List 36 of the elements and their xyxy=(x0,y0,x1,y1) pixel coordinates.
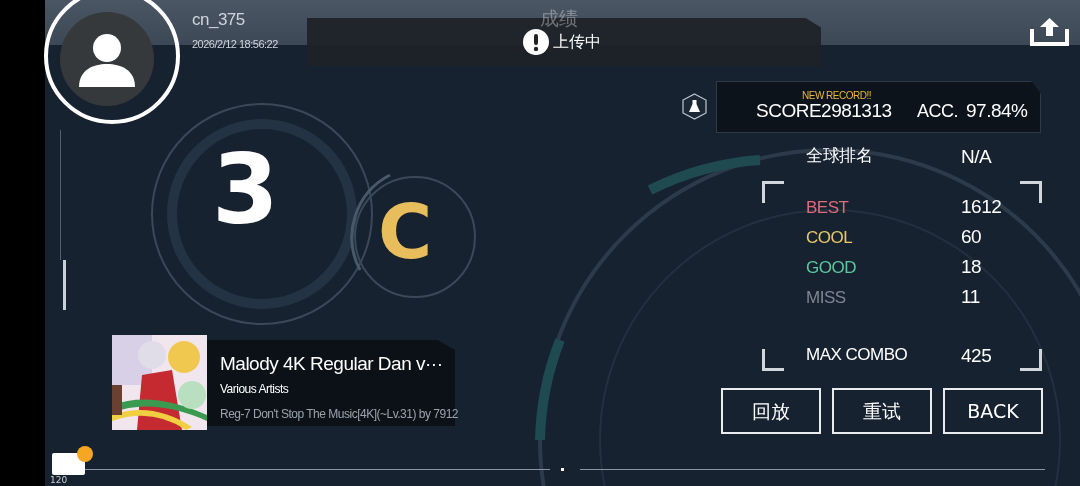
toast-message: 上传中 xyxy=(553,34,601,50)
bracket-corner xyxy=(1020,349,1042,371)
accuracy-value: 97.84% xyxy=(966,99,1028,123)
judgement-count: 18 xyxy=(961,255,982,279)
judgement-label: MISS xyxy=(806,287,847,309)
retry-button[interactable]: 重试 xyxy=(832,388,932,434)
flask-icon xyxy=(682,93,707,120)
avatar-icon[interactable] xyxy=(60,12,154,106)
max-combo-label: MAX COMBO xyxy=(806,344,909,366)
chart-name: Reg-7 Don't Stop The Music[4K](~Lv.31) by 7912 xyxy=(220,405,458,423)
grade-letter: C xyxy=(378,192,433,274)
judgement-count: 60 xyxy=(961,225,982,249)
judgement-label: GOOD xyxy=(806,257,857,279)
alert-icon xyxy=(523,29,549,55)
back-button[interactable]: BACK xyxy=(943,388,1043,434)
bracket-corner xyxy=(762,181,784,203)
level-number: 3 xyxy=(212,138,279,244)
judgement-label: BEST xyxy=(806,197,850,219)
chat-icon[interactable] xyxy=(52,445,94,475)
accuracy-label: ACC. xyxy=(917,100,958,123)
username: cn_375 xyxy=(192,9,245,31)
bracket-corner xyxy=(762,349,784,371)
bracket-corner xyxy=(1020,181,1042,203)
judgement-count: 11 xyxy=(961,285,980,309)
screen-title: 成绩 xyxy=(540,9,578,28)
max-combo-value: 425 xyxy=(961,344,992,368)
song-artist: Various Artists xyxy=(220,380,290,398)
replay-button[interactable]: 回放 xyxy=(721,388,821,434)
ranking-label: 全球排名 xyxy=(806,145,873,167)
judgement-count: 1612 xyxy=(961,195,1002,219)
upload-icon[interactable] xyxy=(1030,16,1069,46)
judgement-label: COOL xyxy=(806,227,854,249)
timestamp: 2026/2/12 18:56:22 xyxy=(192,37,278,52)
counter-label: 120 xyxy=(50,476,68,485)
ranking-value: N/A xyxy=(961,145,992,169)
song-title: Malody 4K Regular Dan v··· xyxy=(220,352,444,376)
